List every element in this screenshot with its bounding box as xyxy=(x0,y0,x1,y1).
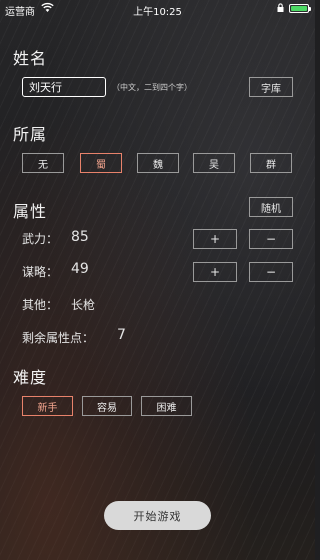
battery-level xyxy=(291,6,307,11)
orientation-lock-icon xyxy=(277,3,284,12)
force-plus-button[interactable]: + xyxy=(193,229,237,249)
strategy-minus-button[interactable]: − xyxy=(249,262,293,282)
faction-section-title: 所属 xyxy=(13,125,48,144)
faction-option-wei[interactable]: 魏 xyxy=(137,153,179,173)
remaining-points-label: 剩余属性点： xyxy=(22,331,95,345)
library-button[interactable]: 字库 xyxy=(249,77,293,97)
difficulty-option-hard[interactable]: 困难 xyxy=(141,396,192,416)
difficulty-option-novice[interactable]: 新手 xyxy=(22,396,73,416)
clock: 上午10:25 xyxy=(133,7,182,18)
strategy-plus-button[interactable]: + xyxy=(193,262,237,282)
start-game-button[interactable]: 开始游戏 xyxy=(104,501,211,530)
other-value: 长枪 xyxy=(71,298,96,312)
name-section-title: 姓名 xyxy=(13,49,48,68)
faction-option-wu[interactable]: 吴 xyxy=(193,153,235,173)
name-hint: （中文，二到四个字） xyxy=(112,83,192,92)
other-label: 其他： xyxy=(22,298,59,312)
status-bar: 运营商 上午10:25 xyxy=(0,0,315,18)
strategy-label: 谋略： xyxy=(22,265,59,279)
difficulty-option-easy[interactable]: 容易 xyxy=(82,396,132,416)
faction-option-none[interactable]: 无 xyxy=(22,153,64,173)
force-value: 85 xyxy=(71,229,89,245)
remaining-points-value: 7 xyxy=(117,327,126,343)
faction-option-shu[interactable]: 蜀 xyxy=(80,153,122,173)
name-input[interactable]: 刘天行 xyxy=(22,77,106,97)
battery-icon xyxy=(289,4,311,13)
force-minus-button[interactable]: − xyxy=(249,229,293,249)
faction-option-qun[interactable]: 群 xyxy=(250,153,292,173)
strategy-value: 49 xyxy=(71,261,89,277)
random-button[interactable]: 随机 xyxy=(249,197,293,217)
attributes-section-title: 属性 xyxy=(13,202,48,221)
difficulty-section-title: 难度 xyxy=(13,368,48,387)
force-label: 武力： xyxy=(22,232,59,246)
